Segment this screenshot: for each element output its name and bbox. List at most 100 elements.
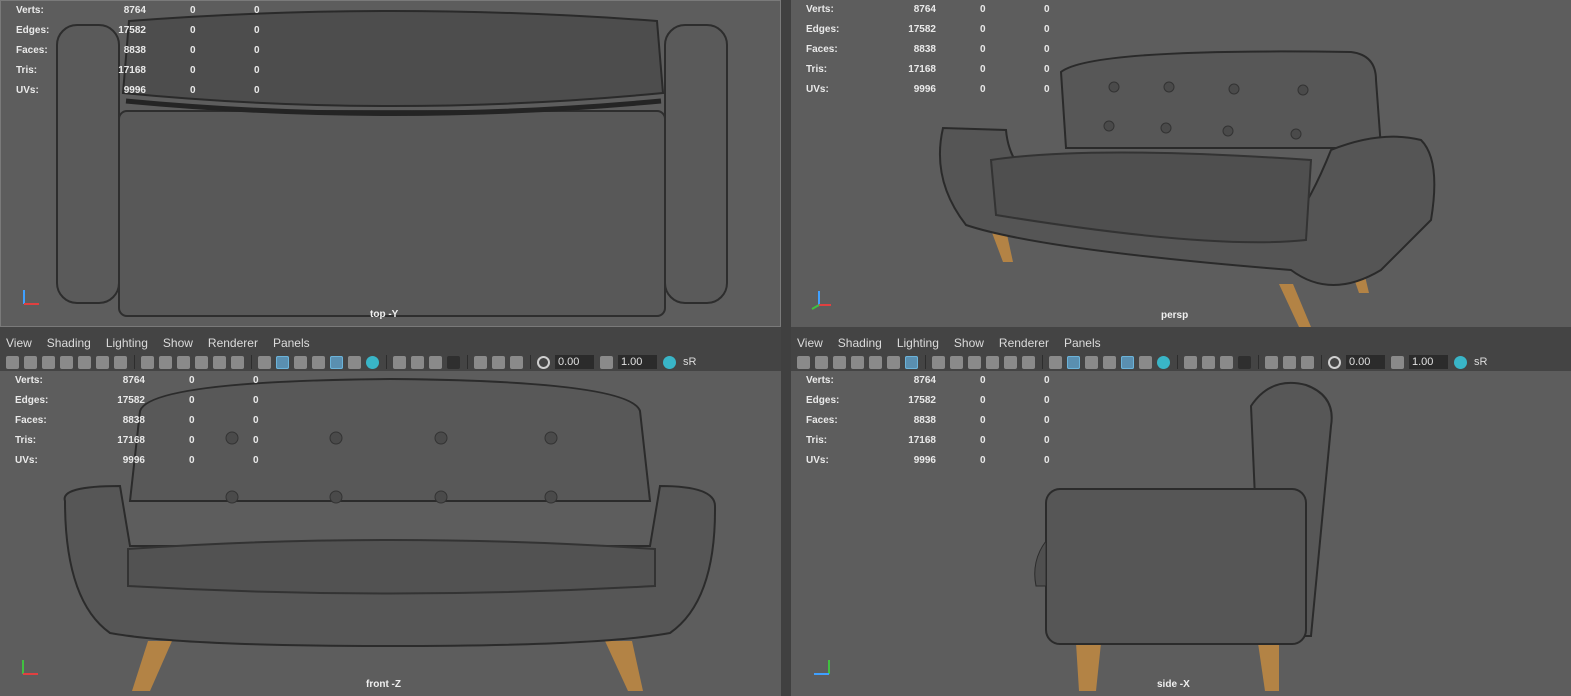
exposure-icon[interactable] — [1328, 355, 1341, 369]
hud-value: 0 — [254, 65, 260, 76]
menu-lighting[interactable]: Lighting — [106, 334, 148, 352]
menu-panels[interactable]: Panels — [273, 334, 310, 352]
grid-toggle-icon[interactable] — [114, 355, 127, 369]
menu-show[interactable]: Show — [163, 334, 193, 352]
2d-pan-zoom-icon[interactable] — [96, 355, 109, 369]
gamma-field[interactable]: 1.00 — [618, 355, 657, 369]
xray-joints-icon[interactable] — [1301, 355, 1314, 369]
hud-value: 0 — [1044, 435, 1050, 446]
anti-aliasing-icon[interactable] — [1220, 355, 1233, 369]
textured-icon[interactable] — [330, 355, 343, 369]
hud-value: 8838 — [913, 44, 936, 55]
resolution-gate-icon[interactable] — [159, 355, 172, 369]
hud-value: 0 — [190, 65, 196, 76]
gate-mask-icon[interactable] — [968, 355, 981, 369]
wireframe-icon[interactable] — [258, 355, 271, 369]
menu-renderer[interactable]: Renderer — [999, 334, 1049, 352]
menu-lighting[interactable]: Lighting — [897, 334, 939, 352]
hud-value: 0 — [190, 85, 196, 96]
image-plane-icon[interactable] — [851, 355, 864, 369]
xray-icon[interactable] — [492, 355, 505, 369]
depth-of-field-icon[interactable] — [1238, 355, 1251, 369]
hud-value: 17168 — [908, 64, 936, 75]
camera-attributes-icon[interactable] — [24, 355, 37, 369]
bookmark-icon[interactable] — [42, 355, 55, 369]
field-chart-icon[interactable] — [986, 355, 999, 369]
hud-value: 0 — [254, 5, 260, 16]
menu-show[interactable]: Show — [954, 334, 984, 352]
film-gate-icon[interactable] — [932, 355, 945, 369]
viewport-top[interactable]: Verts: 8764 0 0 Edges: 17582 0 0 Faces: 8838 0 0 … — [0, 0, 781, 327]
camera-label: top -Y — [370, 309, 399, 320]
textured-icon[interactable] — [1121, 355, 1134, 369]
hud-label: Faces: — [15, 415, 47, 426]
gamma-icon[interactable] — [600, 355, 613, 369]
image-plane-icon[interactable] — [60, 355, 73, 369]
wireframe-on-shaded-icon[interactable] — [1103, 355, 1116, 369]
menu-view[interactable]: View — [797, 334, 823, 352]
wireframe-on-shaded-icon[interactable] — [312, 355, 325, 369]
hud-value: 0 — [189, 415, 195, 426]
film-gate-icon[interactable] — [141, 355, 154, 369]
gamma-icon[interactable] — [1391, 355, 1404, 369]
grid-toggle-icon[interactable] — [905, 355, 918, 369]
color-space-label[interactable]: sR — [683, 356, 696, 368]
viewport-front[interactable]: Verts: 8764 0 0 Edges: 17582 0 0 Faces: 8838 0 0 … — [0, 371, 781, 696]
viewport-side[interactable]: Verts: 8764 0 0 Edges: 17582 0 0 Faces: 8838 0 0 … — [791, 371, 1571, 696]
camera-icon[interactable] — [6, 355, 19, 369]
smooth-shade-icon[interactable] — [276, 355, 289, 369]
bookmark-icon[interactable] — [833, 355, 846, 369]
shadows-icon[interactable] — [1157, 355, 1170, 369]
hud-value: 0 — [980, 84, 986, 95]
safe-title-icon[interactable] — [1022, 355, 1035, 369]
color-space-label[interactable]: sR — [1474, 356, 1487, 368]
panel-toolbar: 0.00 1.00 sR — [797, 352, 1571, 372]
menu-renderer[interactable]: Renderer — [208, 334, 258, 352]
camera-icon[interactable] — [797, 355, 810, 369]
color-management-icon[interactable] — [1454, 355, 1467, 369]
hud-value: 8838 — [122, 415, 145, 426]
grease-pencil-icon[interactable] — [78, 355, 91, 369]
xray-icon[interactable] — [1283, 355, 1296, 369]
anti-aliasing-icon[interactable] — [429, 355, 442, 369]
viewport-splitter[interactable] — [781, 0, 791, 696]
safe-title-icon[interactable] — [231, 355, 244, 369]
exposure-field[interactable]: 0.00 — [555, 355, 594, 369]
menu-shading[interactable]: Shading — [47, 334, 91, 352]
poly-count-hud: Verts: 8764 0 0 Edges: 17582 0 0 Faces: 8838 0 0 … — [806, 375, 1066, 475]
hud-value: 8764 — [123, 5, 146, 16]
default-material-icon[interactable] — [1085, 355, 1098, 369]
xray-joints-icon[interactable] — [510, 355, 523, 369]
ambient-occlusion-icon[interactable] — [1184, 355, 1197, 369]
2d-pan-zoom-icon[interactable] — [887, 355, 900, 369]
wireframe-icon[interactable] — [1049, 355, 1062, 369]
camera-attributes-icon[interactable] — [815, 355, 828, 369]
resolution-gate-icon[interactable] — [950, 355, 963, 369]
depth-of-field-icon[interactable] — [447, 355, 460, 369]
exposure-icon[interactable] — [537, 355, 550, 369]
color-management-icon[interactable] — [663, 355, 676, 369]
safe-action-icon[interactable] — [1004, 355, 1017, 369]
menu-view[interactable]: View — [6, 334, 32, 352]
lights-icon[interactable] — [348, 355, 361, 369]
lights-icon[interactable] — [1139, 355, 1152, 369]
gate-mask-icon[interactable] — [177, 355, 190, 369]
menu-shading[interactable]: Shading — [838, 334, 882, 352]
smooth-shade-icon[interactable] — [1067, 355, 1080, 369]
safe-action-icon[interactable] — [213, 355, 226, 369]
field-chart-icon[interactable] — [195, 355, 208, 369]
ambient-occlusion-icon[interactable] — [393, 355, 406, 369]
viewport-persp[interactable]: Verts: 8764 0 0 Edges: 17582 0 0 Faces: 8838 0 0 … — [791, 0, 1571, 327]
isolate-select-icon[interactable] — [1265, 355, 1278, 369]
shadows-icon[interactable] — [366, 355, 379, 369]
exposure-field[interactable]: 0.00 — [1346, 355, 1385, 369]
motion-blur-icon[interactable] — [411, 355, 424, 369]
menu-panels[interactable]: Panels — [1064, 334, 1101, 352]
hud-value: 17168 — [118, 65, 146, 76]
isolate-select-icon[interactable] — [474, 355, 487, 369]
gamma-field[interactable]: 1.00 — [1409, 355, 1448, 369]
motion-blur-icon[interactable] — [1202, 355, 1215, 369]
default-material-icon[interactable] — [294, 355, 307, 369]
grease-pencil-icon[interactable] — [869, 355, 882, 369]
hud-value: 17582 — [117, 395, 145, 406]
